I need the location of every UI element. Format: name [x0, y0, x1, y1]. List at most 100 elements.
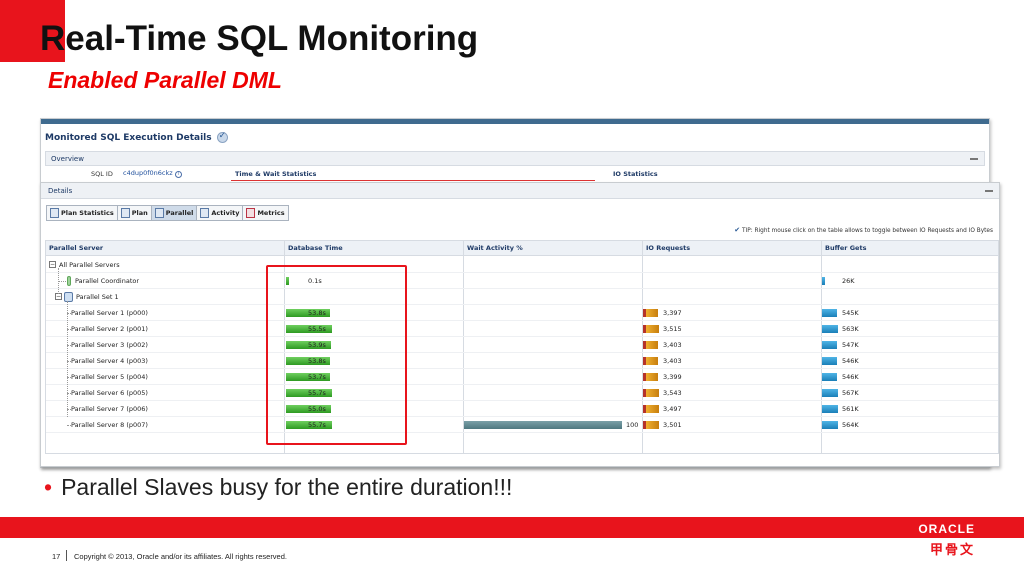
io-requests-value: 3,515 [663, 325, 682, 333]
panel-header: Monitored SQL Execution Details [41, 124, 989, 151]
parallel-server-cell: Parallel Server 6 (p005) [46, 385, 284, 401]
table-row[interactable]: Parallel Coordinator 0.1s 26K [46, 273, 998, 289]
page-separator [66, 550, 67, 561]
buffer-gets-bar [822, 373, 837, 381]
table-row[interactable]: Parallel Server 4 (p003) 53.8s 3,403 546K [46, 353, 998, 369]
details-tabs: Plan Statistics Plan Parallel Activity M… [46, 205, 289, 221]
page-number: 17 [52, 552, 61, 561]
buffer-gets-bar [822, 405, 838, 413]
collapse-tree-icon[interactable]: − [49, 261, 56, 268]
io-requests-value: 3,397 [663, 309, 682, 317]
io-requests-bar [643, 373, 658, 381]
io-requests-bar [643, 341, 658, 349]
tree-connector [67, 301, 68, 417]
io-requests-value: 3,399 [663, 373, 682, 381]
tab-metrics[interactable]: Metrics [243, 206, 287, 220]
tree-connector [58, 268, 59, 294]
server-name: Parallel Server 3 (p002) [71, 341, 148, 349]
table-row[interactable]: − All Parallel Servers [46, 257, 998, 273]
tab-plan[interactable]: Plan [118, 206, 152, 220]
copyright-text: Copyright © 2013, Oracle and/or its affi… [74, 552, 287, 561]
server-name: Parallel Coordinator [75, 277, 140, 285]
tab-label: Plan [131, 209, 148, 217]
io-requests-value: 3,403 [663, 357, 682, 365]
io-requests-value: 3,501 [663, 421, 682, 429]
buffer-gets-value: 561K [842, 405, 859, 413]
table-row[interactable]: Parallel Server 3 (p002) 53.9s 3,403 547K [46, 337, 998, 353]
table-row[interactable]: Parallel Server 1 (p000) 53.8s 3,397 545K [46, 305, 998, 321]
parallel-icon [154, 208, 164, 218]
tab-label: Activity [211, 209, 240, 217]
oracle-chinese-logo: 甲骨文 [929, 543, 975, 558]
buffer-gets-bar [822, 325, 838, 333]
time-wait-statistics-link[interactable]: Time & Wait Statistics [235, 170, 316, 178]
server-name: Parallel Server 1 (p000) [71, 309, 148, 317]
io-requests-bar [643, 309, 658, 317]
parallel-server-cell: − Parallel Set 1 [46, 289, 284, 305]
bullet-dot-icon: • [44, 474, 53, 500]
overview-header[interactable]: Overview [45, 151, 985, 166]
table-row[interactable]: Parallel Server 8 (p007) 55.7s 100 3,501 564… [46, 417, 998, 433]
activity-chart-icon [200, 208, 210, 218]
sql-id-value[interactable]: c4dup0f0n6ckz i [123, 169, 182, 178]
buffer-gets-value: 546K [842, 373, 859, 381]
table-row[interactable]: Parallel Server 6 (p005) 55.7s 3,543 567K [46, 385, 998, 401]
io-requests-bar [643, 357, 658, 365]
slide-title: Real-Time SQL Monitoring [40, 19, 479, 58]
check-icon[interactable] [216, 131, 228, 143]
server-name: Parallel Server 6 (p005) [71, 389, 148, 397]
parallel-server-cell: Parallel Server 1 (p000) [46, 305, 284, 321]
parallel-server-cell: Parallel Server 5 (p004) [46, 369, 284, 385]
buffer-gets-value: 563K [842, 325, 859, 333]
parallel-server-cell: Parallel Server 3 (p002) [46, 337, 284, 353]
server-name: Parallel Server 4 (p003) [71, 357, 148, 365]
io-statistics-link[interactable]: IO Statistics [613, 170, 658, 178]
table-row[interactable]: Parallel Server 7 (p006) 55.0s 3,497 561K [46, 401, 998, 417]
oracle-logo: ORACLE [918, 522, 975, 536]
tip-text: ✔ TIP: Right mouse click on the table al… [734, 226, 993, 234]
buffer-gets-bar [822, 277, 825, 285]
info-icon[interactable]: i [174, 171, 182, 178]
coordinator-icon [67, 276, 71, 286]
buffer-gets-value: 545K [842, 309, 859, 317]
column-header-io-requests[interactable]: IO Requests [643, 241, 690, 256]
table-header: Parallel Server Database Time Wait Activ… [46, 241, 998, 256]
tab-plan-statistics[interactable]: Plan Statistics [47, 206, 118, 220]
overview-row: SQL ID c4dup0f0n6ckz i Time & Wait Statis… [45, 166, 985, 181]
panel-title: Monitored SQL Execution Details [45, 132, 212, 143]
sql-id-text: c4dup0f0n6ckz [123, 169, 173, 177]
io-requests-bar [643, 405, 659, 413]
database-time-highlight-box [266, 265, 407, 445]
io-requests-value: 3,497 [663, 405, 682, 413]
column-header-buffer-gets[interactable]: Buffer Gets [822, 241, 866, 256]
overview-label: Overview [51, 154, 84, 163]
server-name: Parallel Server 8 (p007) [71, 421, 148, 429]
server-name: Parallel Server 2 (p001) [71, 325, 148, 333]
buffer-gets-bar [822, 389, 838, 397]
collapse-icon[interactable] [970, 157, 978, 160]
sql-id-label: SQL ID [91, 169, 113, 178]
plan-statistics-icon [50, 208, 59, 218]
column-header-database-time[interactable]: Database Time [285, 241, 343, 256]
bullet-text: Parallel Slaves busy for the entire dura… [61, 474, 513, 500]
tab-label: Metrics [257, 209, 285, 217]
details-header[interactable]: Details [41, 183, 999, 199]
column-header-parallel-server[interactable]: Parallel Server [46, 241, 103, 256]
table-row[interactable]: Parallel Server 5 (p004) 53.7s 3,399 546K [46, 369, 998, 385]
metrics-icon [246, 208, 256, 218]
column-header-wait-activity[interactable]: Wait Activity % [464, 241, 523, 256]
collapse-tree-icon[interactable]: − [55, 293, 62, 300]
parallel-server-cell: Parallel Server 7 (p006) [46, 401, 284, 417]
parallel-server-cell: Parallel Coordinator [46, 273, 284, 289]
io-requests-value: 3,543 [663, 389, 682, 397]
tab-activity[interactable]: Activity [197, 206, 244, 220]
parallel-server-cell: Parallel Server 8 (p007) [46, 417, 284, 433]
slide-subtitle: Enabled Parallel DML [48, 67, 282, 93]
parallel-servers-table[interactable]: Parallel Server Database Time Wait Activ… [45, 240, 999, 454]
collapse-icon[interactable] [985, 189, 993, 192]
table-row[interactable]: Parallel Server 2 (p001) 55.5s 3,515 563K [46, 321, 998, 337]
table-row[interactable]: − Parallel Set 1 [46, 289, 998, 305]
tab-parallel[interactable]: Parallel [151, 206, 198, 220]
details-label: Details [48, 186, 73, 195]
buffer-gets-value: 547K [842, 341, 859, 349]
